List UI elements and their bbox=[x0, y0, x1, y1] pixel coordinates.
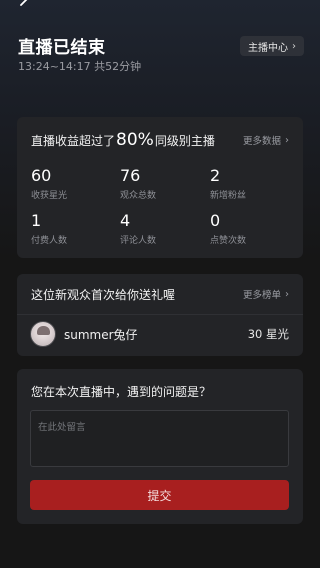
live-duration: 13:24~14:17 共52分钟 bbox=[18, 60, 142, 73]
stat-label: 评论人数 bbox=[120, 236, 157, 246]
stat-value: 76 bbox=[120, 166, 141, 185]
more-rankings-link[interactable]: 更多榜单 › bbox=[242, 287, 289, 302]
stat-value: 2 bbox=[210, 166, 221, 185]
gift-user: summer兔仔 bbox=[30, 321, 138, 347]
stats-header: 直播收益超过了 80% 同级别主播 更多数据 › bbox=[31, 125, 289, 155]
stats-card: 直播收益超过了 80% 同级别主播 更多数据 › 60 收获星光 76 观众总数… bbox=[17, 117, 303, 258]
more-data-label: 更多数据 bbox=[242, 136, 281, 147]
stats-heading: 直播收益超过了 80% 同级别主播 bbox=[31, 130, 215, 150]
stat-label: 付费人数 bbox=[31, 236, 68, 246]
feedback-input[interactable] bbox=[30, 410, 289, 467]
stat-label: 收获星光 bbox=[31, 191, 68, 201]
gift-heading: 这位新观众首次给你送礼喔 bbox=[31, 287, 176, 302]
host-center-label: 主播中心 bbox=[248, 42, 288, 54]
stats-heading-percent: 80% bbox=[116, 130, 154, 150]
stat-value: 60 bbox=[31, 166, 52, 185]
stats-heading-prefix: 直播收益超过了 bbox=[31, 134, 116, 148]
user-avatar[interactable] bbox=[30, 321, 56, 347]
stats-heading-suffix: 同级别主播 bbox=[154, 134, 215, 148]
stat-label: 新增粉丝 bbox=[210, 191, 247, 201]
live-ended-screen: 直播已结束 13:24~14:17 共52分钟 主播中心 › 直播收益超过了 8… bbox=[0, 0, 320, 568]
stat-label: 观众总数 bbox=[120, 191, 157, 201]
feedback-question: 您在本次直播中，遇到的问题是？ bbox=[31, 385, 212, 399]
gift-user-row[interactable]: summer兔仔 30 星光 bbox=[30, 318, 289, 350]
stat-value: 4 bbox=[120, 211, 131, 230]
gift-user-name: summer兔仔 bbox=[64, 327, 138, 342]
stat-value: 0 bbox=[210, 211, 221, 230]
submit-button[interactable]: 提交 bbox=[30, 480, 289, 510]
stat-payers: 1 付费人数 bbox=[31, 211, 120, 252]
stat-value: 1 bbox=[31, 211, 42, 230]
gift-card: 这位新观众首次给你送礼喔 更多榜单 › summer兔仔 30 星光 bbox=[17, 274, 303, 356]
stat-label: 点赞次数 bbox=[210, 236, 247, 246]
stat-stars: 60 收获星光 bbox=[31, 166, 120, 211]
divider bbox=[17, 314, 303, 315]
back-button[interactable] bbox=[18, 0, 38, 10]
more-data-link[interactable]: 更多数据 › bbox=[242, 133, 289, 148]
stats-grid: 60 收获星光 76 观众总数 2 新增粉丝 1 付费人数 4 评论人数 0 点… bbox=[31, 166, 293, 252]
feedback-card: 您在本次直播中，遇到的问题是？ 提交 bbox=[17, 369, 303, 524]
host-center-button[interactable]: 主播中心 › bbox=[240, 36, 304, 56]
chevron-right-icon: › bbox=[285, 288, 289, 300]
stat-new-fans: 2 新增粉丝 bbox=[210, 166, 293, 211]
chevron-right-icon: › bbox=[292, 40, 296, 52]
back-arrow-icon bbox=[20, 0, 28, 6]
stat-viewers: 76 观众总数 bbox=[120, 166, 210, 211]
stat-likes: 0 点赞次数 bbox=[210, 211, 293, 252]
chevron-right-icon: › bbox=[285, 134, 289, 146]
more-rankings-label: 更多榜单 bbox=[242, 290, 281, 301]
gift-header: 这位新观众首次给你送礼喔 更多榜单 › bbox=[31, 283, 289, 305]
stat-commenters: 4 评论人数 bbox=[120, 211, 210, 252]
page-title: 直播已结束 bbox=[18, 38, 106, 58]
gift-amount: 30 星光 bbox=[247, 327, 289, 341]
